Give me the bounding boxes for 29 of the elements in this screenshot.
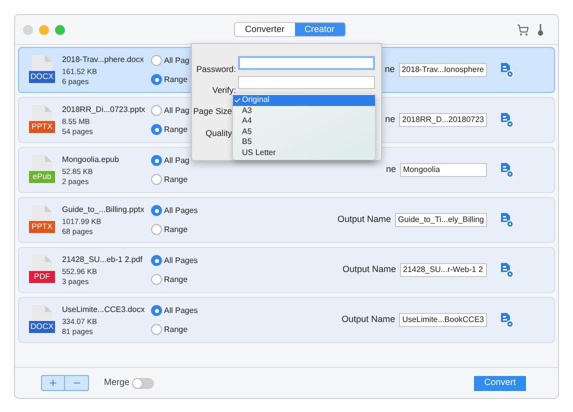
radio-label: Range (164, 224, 188, 236)
radio-label: Range (164, 274, 188, 286)
file-name: 21428_SU...eb-1 2.pdf (62, 254, 143, 264)
output-name-label: Output Name (337, 213, 392, 226)
output-name-label: Output Name (342, 263, 396, 276)
output-name-label: ne (384, 63, 395, 76)
merge-label: Merge (104, 376, 130, 390)
radio-label: Range (164, 174, 188, 186)
file-name: UseLimite...CCE3.docx (62, 304, 145, 314)
password-label: Password: (196, 64, 236, 74)
radio-label: All Pages (164, 254, 198, 266)
quality-label: Quality (206, 128, 232, 138)
radio-label: All Pag (164, 154, 190, 166)
output-name-label: ne (386, 163, 396, 176)
radio-label: Range (164, 124, 188, 136)
radio-label: All Pages (164, 204, 198, 216)
radio-label: All Pag (164, 54, 190, 66)
radio-label: Range (164, 74, 188, 86)
output-name-label: Output Name (342, 313, 396, 326)
verify-label: Verify: (212, 85, 236, 95)
radio-label: All Pag (164, 104, 190, 116)
radio-label: Range (164, 324, 188, 336)
file-name: 2018RR_Di...0723.pptx (62, 104, 146, 114)
output-name-label: ne (385, 113, 396, 126)
page-size-label: Page Size (193, 106, 232, 116)
radio-label: All Pages (164, 304, 198, 316)
file-name: Guide_to_...Billing.pptx (62, 204, 144, 214)
file-name: Mongoolia.epub (62, 154, 119, 164)
file-name: 2018-Trav...phere.docx (62, 54, 144, 64)
